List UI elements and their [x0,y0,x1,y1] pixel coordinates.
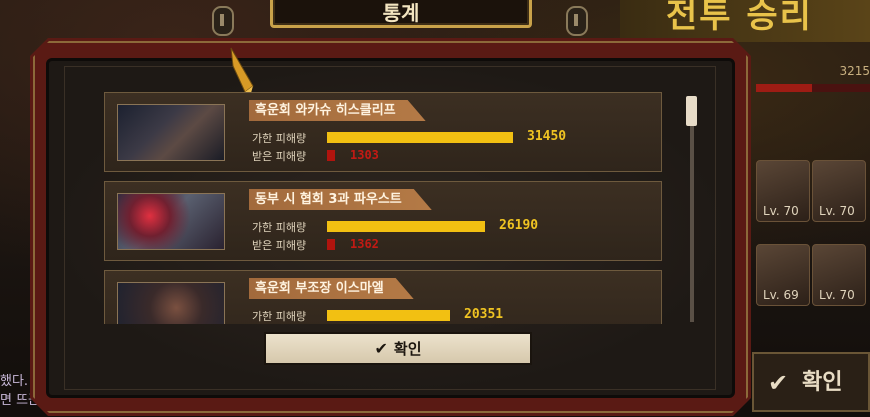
received-damage-value: 1303 [350,148,379,162]
pin-icon [212,6,234,36]
dealt-damage-bar [327,132,513,143]
character-name: 흑운회 와카슈 히스클리프 [249,100,426,121]
roster-card[interactable]: Lv. 70 [812,244,866,306]
character-name: 흑운회 부조장 이스마엘 [249,278,414,299]
stats-banner: 통계 [270,0,532,28]
character-portrait [117,282,225,324]
list-scrollbar-thumb[interactable] [686,96,697,126]
dealt-damage-label: 가한 피해량 [252,221,307,234]
roster-card[interactable]: Lv. 70 [756,160,810,222]
received-damage-value: 1362 [350,237,379,251]
character-portrait [117,193,225,250]
battle-victory-title: 전투 승리 [620,0,870,42]
pin-icon [566,6,588,36]
score-text: 3215 [839,64,870,78]
character-stat-card: 동부 시 협회 3과 파우스트 가한 피해량 26190 받은 피해량 1362 [104,181,662,261]
confirm-button[interactable]: ✔ 확인 [264,332,532,365]
roster-card[interactable]: Lv. 70 [812,160,866,222]
background-confirm-button[interactable]: 확인 [752,352,870,412]
dealt-damage-value: 20351 [464,307,504,322]
character-name: 동부 시 협회 3과 파우스트 [249,189,432,210]
dealt-damage-bar [327,221,485,232]
dealt-damage-label: 가한 피해량 [252,132,307,145]
dealt-damage-label: 가한 피해량 [252,310,307,323]
list-scrollbar-track[interactable] [690,96,694,322]
character-stat-card: 흑운회 와카슈 히스클리프 가한 피해량 31450 받은 피해량 1303 [104,92,662,172]
character-portrait [117,104,225,161]
character-stat-card: 흑운회 부조장 이스마엘 가한 피해량 20351 [104,270,662,324]
dealt-damage-bar [327,310,450,321]
received-damage-bar [327,239,335,250]
roster-card[interactable]: Lv. 69 [756,244,810,306]
dealt-damage-value: 26190 [499,218,539,233]
received-damage-bar [327,150,335,161]
score-bar [756,84,870,92]
dealt-damage-value: 31450 [527,129,567,144]
check-icon: ✔ [374,339,388,358]
received-damage-label: 받은 피해량 [252,150,307,163]
character-stats-list[interactable]: 흑운회 와카슈 히스클리프 가한 피해량 31450 받은 피해량 1303 동… [104,92,664,324]
received-damage-label: 받은 피해량 [252,239,307,252]
